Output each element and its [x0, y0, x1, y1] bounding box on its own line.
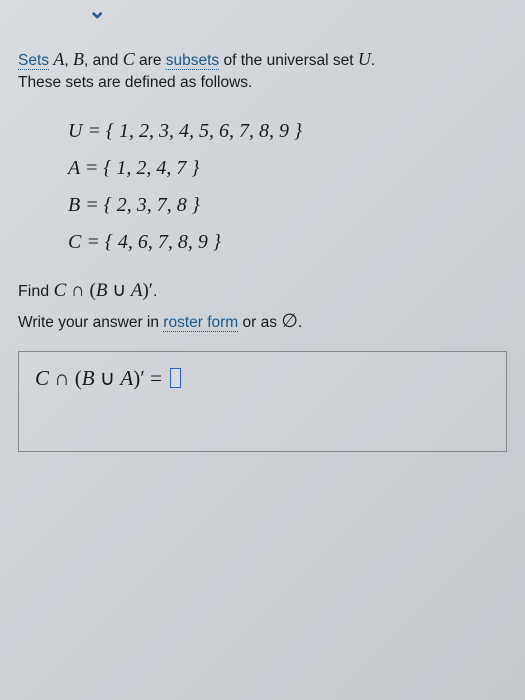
equals-sign: =: [150, 366, 167, 390]
intro-line2: These sets are defined as follows.: [18, 74, 252, 91]
answer-box: C ∩ (B ∪ A)′ =: [18, 351, 507, 452]
var-a: A: [53, 49, 64, 69]
roster-form-link[interactable]: roster form: [163, 314, 238, 332]
subsets-link[interactable]: subsets: [166, 52, 219, 70]
sets-link[interactable]: Sets: [18, 52, 49, 70]
var-u: U: [358, 49, 371, 69]
var-b: B: [73, 49, 84, 69]
set-a: A = { 1, 2, 4, 7 }: [68, 150, 507, 187]
set-c: C = { 4, 6, 7, 8, 9 }: [68, 224, 507, 261]
dropdown-chevron[interactable]: ⌄: [88, 0, 106, 24]
set-u: U = { 1, 2, 3, 4, 5, 6, 7, 8, 9 }: [68, 113, 507, 150]
set-definitions: U = { 1, 2, 3, 4, 5, 6, 7, 8, 9 } A = { …: [68, 113, 507, 261]
find-instruction: Find C ∩ (B ∪ A)′.: [18, 279, 507, 302]
write-instruction: Write your answer in roster form or as ∅…: [18, 310, 507, 333]
empty-set-symbol: ∅: [281, 311, 298, 332]
problem-intro: Sets A, B, and C are subsets of the univ…: [18, 46, 507, 95]
chevron-down-icon: ⌄: [88, 0, 106, 23]
var-c: C: [123, 49, 135, 69]
answer-expression: C ∩ (B ∪ A)′: [35, 366, 150, 390]
answer-input[interactable]: [170, 368, 181, 388]
set-b: B = { 2, 3, 7, 8 }: [68, 187, 507, 224]
